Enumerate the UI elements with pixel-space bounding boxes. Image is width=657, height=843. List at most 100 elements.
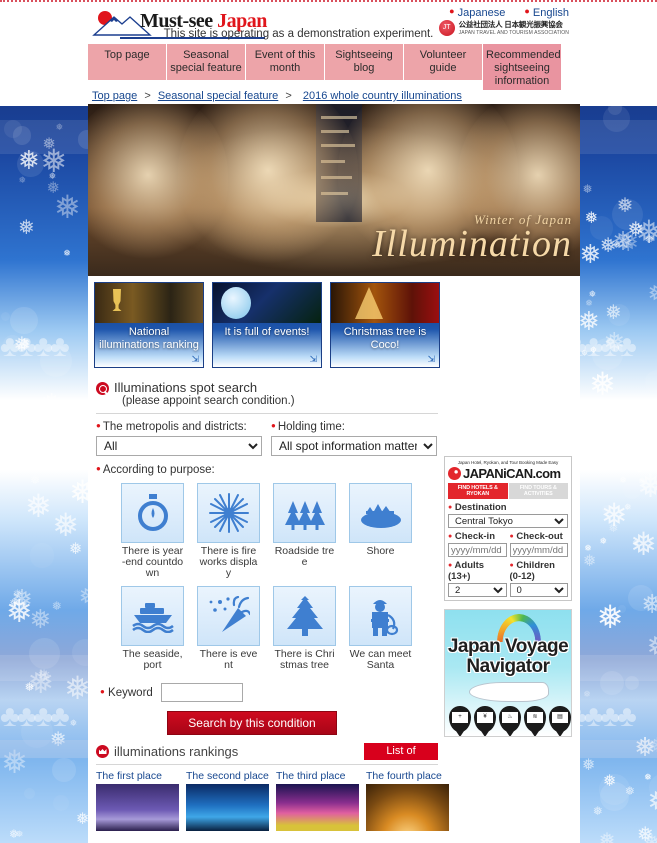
language-switcher: ● Japanese ● English	[433, 6, 569, 19]
feature-card-christmas-tree[interactable]: Christmas tree is Coco! ⇲	[330, 282, 440, 368]
nav-item-sightseeing-blog[interactable]: Sightseeing blog	[325, 44, 404, 80]
ship-glyph	[131, 603, 174, 633]
japanican-children-select[interactable]: 0	[509, 583, 568, 597]
party-popper-glyph	[209, 596, 250, 632]
rankings-list-button[interactable]: List of	[364, 743, 438, 760]
purpose-option-christmas-tree[interactable]: There is Christmas tree	[273, 586, 336, 671]
ranking-thumbnail	[186, 784, 269, 831]
purpose-option-seaside-port[interactable]: The seaside, port	[121, 586, 184, 671]
language-link-japanese[interactable]: ● Japanese	[449, 6, 506, 19]
nav-item-event-of-this-month[interactable]: Event of this month	[246, 44, 325, 80]
required-bullet-icon: ●	[96, 421, 101, 430]
japanican-destination-select[interactable]: Central Tokyo	[448, 514, 568, 528]
feature-card-label: It is full of events!	[224, 326, 310, 338]
santa-glyph	[370, 600, 398, 636]
language-link-english[interactable]: ● English	[524, 6, 569, 19]
japanican-checkin-input[interactable]	[448, 543, 507, 557]
nav-item-seasonal-special-feature[interactable]: Seasonal special feature	[167, 44, 246, 80]
japanican-tab-hotels[interactable]: FIND HOTELS & RYOKAN	[448, 483, 508, 499]
purpose-label: ● According to purpose:	[96, 464, 438, 476]
keyword-input[interactable]	[160, 683, 243, 702]
nav-item-volunteer-guide[interactable]: Volunteer guide	[404, 44, 483, 80]
expand-arrow-icon: ⇲	[427, 354, 435, 364]
pin-medical-icon: +	[449, 706, 471, 736]
stopwatch-glyph	[137, 494, 168, 531]
purpose-option-fireworks[interactable]: There is fire works display	[197, 483, 260, 579]
hero-caption-title: Illumination	[372, 223, 572, 265]
japan-voyage-navigator-banner[interactable]: Japan Voyage Navigator + ¥ ♨ ≋ ▤	[444, 609, 572, 737]
purpose-option-countdown[interactable]: There is year-end countdown	[121, 483, 184, 579]
ranking-item-3[interactable]: The third place	[276, 771, 359, 831]
japanican-adults-field: ● Adults (13+) 2	[448, 560, 507, 597]
rankings-header: illuminations rankings List of	[96, 743, 438, 760]
ranking-thumbnail	[276, 784, 359, 831]
purpose-option-roadside-tree[interactable]: Roadside tree	[273, 483, 336, 579]
ranking-item-4[interactable]: The fourth place	[366, 771, 449, 831]
hero-banner: Winter of Japan Illumination	[88, 104, 580, 276]
search-submit-button[interactable]: Search by this condition	[167, 711, 337, 735]
japanican-adults-label: ● Adults (13+)	[448, 560, 507, 582]
japanican-checkout-field: ● Check-out	[509, 531, 568, 557]
purpose-option-shore[interactable]: Shore	[349, 483, 412, 579]
purpose-label-christmas-tree: There is Christmas tree	[274, 648, 335, 671]
purpose-grid-row-1: There is year-end countdown There is fir…	[121, 483, 438, 579]
nav-item-recommended-sightseeing-information[interactable]: Recommended sightseeing information	[483, 44, 562, 92]
breadcrumb-item-top-page[interactable]: Top page	[92, 90, 137, 102]
divider	[96, 764, 438, 765]
feature-card-national-ranking[interactable]: National illuminations ranking ⇲	[94, 282, 204, 368]
bullet-icon: ●	[449, 6, 455, 16]
japanican-children-label: ● Children (0-12)	[510, 560, 569, 582]
japanican-adults-select[interactable]: 2	[448, 583, 507, 597]
rankings-grid: The first place The second place The thi…	[96, 771, 449, 831]
keyword-row: ● Keyword	[100, 683, 438, 702]
japanican-booking-widget: Japan Hotel, Ryokan, and Tour Booking Ma…	[444, 456, 572, 601]
christmas-tree-thumbnail-icon	[331, 283, 439, 323]
prefecture-label-text: The metropolis and districts:	[102, 421, 247, 433]
japanican-children-label-text: Children (0-12)	[509, 560, 555, 582]
required-bullet-icon: ●	[448, 533, 453, 540]
ranking-label: The third place	[276, 770, 346, 782]
purpose-grid-row-2: The seaside, port There is event There i…	[121, 586, 438, 671]
jvn-line-1: Japan Voyage	[447, 636, 569, 657]
nav-item-top-page[interactable]: Top page	[88, 44, 167, 80]
expand-arrow-icon: ⇲	[191, 354, 199, 364]
page-root: Must-see Japan ● Japanese ● English JT 公…	[0, 0, 657, 843]
prefecture-select[interactable]: All	[96, 436, 262, 456]
feature-card-events[interactable]: It is full of events! ⇲	[212, 282, 322, 368]
search-icon	[96, 382, 109, 395]
feature-card-label: Christmas tree is Coco!	[343, 326, 427, 351]
christmas-tree-icon	[273, 586, 336, 646]
side-column: Japan Hotel, Ryokan, and Tour Booking Ma…	[444, 276, 580, 831]
site-header: Must-see Japan ● Japanese ● English JT 公…	[0, 0, 657, 44]
airplane-icon	[469, 682, 549, 702]
bullet-icon: ●	[524, 6, 530, 16]
feature-card-list: National illuminations ranking ⇲ It is f…	[88, 276, 444, 372]
ranking-item-1[interactable]: The first place	[96, 771, 179, 831]
crown-icon	[96, 745, 109, 758]
trophy-thumbnail-icon	[95, 283, 203, 323]
breadcrumb: Top page > Seasonal special feature > 20…	[92, 90, 466, 102]
rankings-title: illuminations rankings	[114, 744, 239, 759]
breadcrumb-item-seasonal[interactable]: Seasonal special feature	[158, 90, 278, 102]
japanican-destination-label: ● Destination	[448, 502, 568, 513]
main-column: National illuminations ranking ⇲ It is f…	[88, 276, 449, 831]
language-label-japanese: Japanese	[457, 7, 506, 19]
japanican-checkout-input[interactable]	[509, 543, 568, 557]
ranking-item-2[interactable]: The second place	[186, 771, 269, 831]
keyword-label-text: Keyword	[108, 686, 153, 699]
nav-strip: Top page Seasonal special feature Event …	[0, 44, 657, 92]
language-label-english: English	[532, 7, 569, 19]
japanican-brand-text: JAPANiCAN.com	[463, 466, 561, 481]
holding-time-select[interactable]: All spot information matter (295 matter)	[271, 436, 437, 456]
snowman-thumbnail-icon	[213, 283, 321, 323]
pin-glyph: +	[452, 712, 468, 723]
japanican-tab-tours[interactable]: FIND TOURS & ACTIVITIES	[508, 483, 568, 499]
purpose-option-santa[interactable]: We can meet Santa	[349, 586, 412, 671]
japanican-destination-label-text: Destination	[454, 502, 507, 513]
japanican-brand[interactable]: JAPANiCAN.com	[448, 466, 568, 481]
purpose-label-event: There is event	[199, 648, 258, 671]
purpose-option-event[interactable]: There is event	[197, 586, 260, 671]
search-title-row: Illuminations spot search (please appoin…	[96, 380, 438, 407]
jvn-pin-list: + ¥ ♨ ≋ ▤	[449, 706, 571, 736]
purpose-label-fireworks: There is fire works display	[199, 545, 258, 579]
